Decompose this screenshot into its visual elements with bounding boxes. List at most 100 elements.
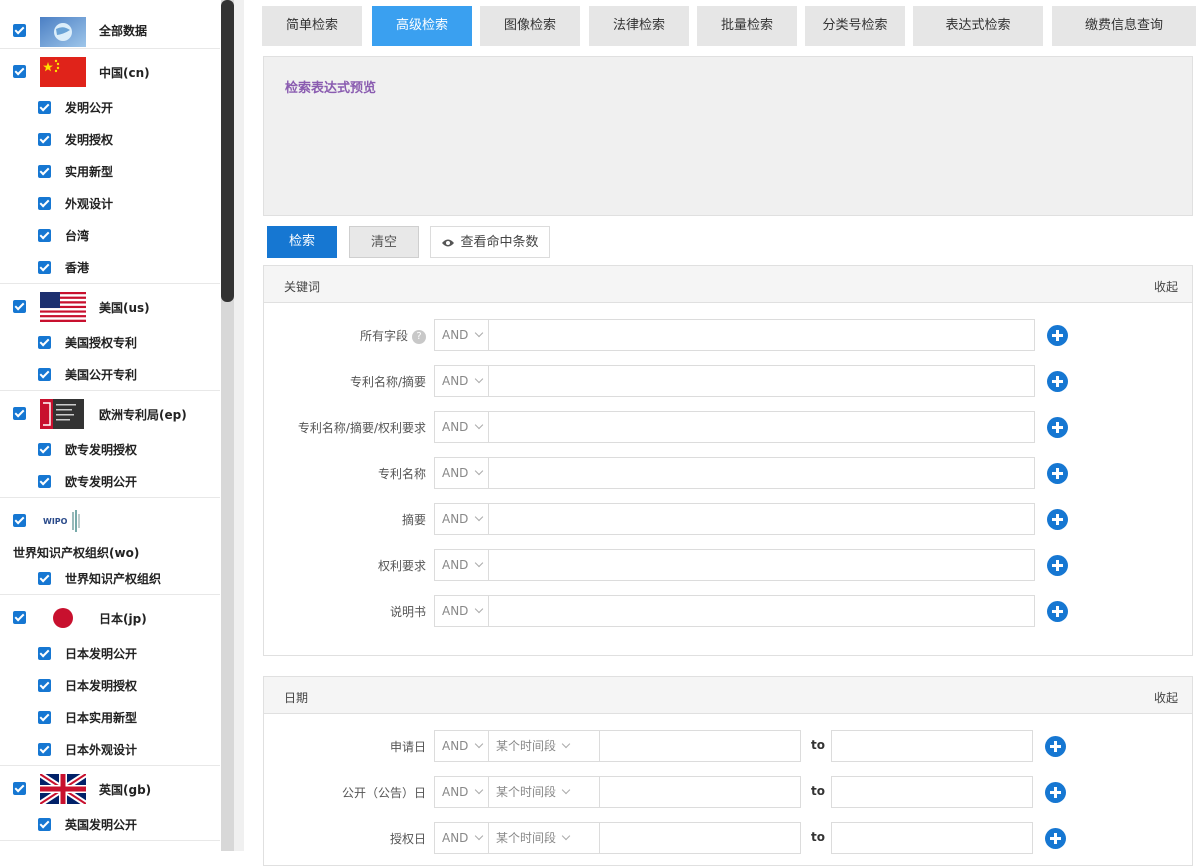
item-checkbox[interactable] — [38, 197, 51, 210]
view-hits-button[interactable]: 查看命中条数 — [430, 226, 550, 258]
source-item[interactable]: 世界知识产权组织 — [0, 562, 220, 594]
source-item[interactable]: 实用新型 — [0, 155, 220, 187]
item-checkbox[interactable] — [38, 336, 51, 349]
range-select[interactable]: 某个时间段 — [488, 730, 600, 762]
item-checkbox[interactable] — [38, 165, 51, 178]
keyword-input[interactable] — [488, 457, 1035, 489]
sidebar-scrollbar[interactable] — [221, 0, 234, 851]
operator-select[interactable]: AND — [434, 365, 489, 397]
source-item[interactable]: 日本外观设计 — [0, 733, 220, 765]
date-from-input[interactable] — [599, 730, 801, 762]
add-row-icon[interactable] — [1045, 782, 1066, 803]
item-checkbox[interactable] — [38, 572, 51, 585]
source-item[interactable]: 欧专发明公开 — [0, 465, 220, 497]
date-from-input[interactable] — [599, 822, 801, 854]
tab-5[interactable]: 分类号检索 — [805, 6, 905, 46]
item-checkbox[interactable] — [38, 368, 51, 381]
group-checkbox[interactable] — [13, 65, 26, 78]
item-checkbox[interactable] — [38, 475, 51, 488]
tab-2[interactable]: 图像检索 — [480, 6, 580, 46]
source-item[interactable]: 香港 — [0, 251, 220, 283]
source-item[interactable]: 发明公开 — [0, 91, 220, 123]
add-row-icon[interactable] — [1045, 828, 1066, 849]
range-value: 某个时间段 — [496, 739, 556, 753]
add-row-icon[interactable] — [1047, 417, 1068, 438]
operator-select[interactable]: AND — [434, 730, 489, 762]
item-checkbox[interactable] — [38, 133, 51, 146]
source-group-header[interactable]: 美国(us) — [0, 284, 220, 326]
keyword-input[interactable] — [488, 549, 1035, 581]
date-from-input[interactable] — [599, 776, 801, 808]
dates-panel: 日期 收起 申请日AND某个时间段to公开（公告）日AND某个时间段to授权日A… — [263, 676, 1193, 866]
dates-collapse-link[interactable]: 收起 — [1154, 689, 1178, 706]
tab-1[interactable]: 高级检索 — [372, 6, 472, 46]
add-row-icon[interactable] — [1047, 601, 1068, 622]
range-select[interactable]: 某个时间段 — [488, 822, 600, 854]
operator-select[interactable]: AND — [434, 776, 489, 808]
group-checkbox[interactable] — [13, 407, 26, 420]
operator-select[interactable]: AND — [434, 549, 489, 581]
clear-button[interactable]: 清空 — [349, 226, 419, 258]
date-to-input[interactable] — [831, 730, 1033, 762]
item-checkbox[interactable] — [38, 647, 51, 660]
add-row-icon[interactable] — [1047, 463, 1068, 484]
tab-3[interactable]: 法律检索 — [589, 6, 689, 46]
group-checkbox[interactable] — [13, 300, 26, 313]
item-checkbox[interactable] — [38, 818, 51, 831]
add-row-icon[interactable] — [1047, 509, 1068, 530]
item-checkbox[interactable] — [38, 743, 51, 756]
operator-select[interactable]: AND — [434, 503, 489, 535]
scrollbar-thumb[interactable] — [221, 0, 234, 302]
keyword-input[interactable] — [488, 319, 1035, 351]
keyword-input[interactable] — [488, 595, 1035, 627]
source-item[interactable]: 外观设计 — [0, 187, 220, 219]
operator-select[interactable]: AND — [434, 822, 489, 854]
keyword-input[interactable] — [488, 503, 1035, 535]
group-checkbox[interactable] — [13, 514, 26, 527]
add-row-icon[interactable] — [1045, 736, 1066, 757]
source-group-header[interactable]: 全部数据 — [0, 0, 220, 48]
operator-select[interactable]: AND — [434, 411, 489, 443]
operator-select[interactable]: AND — [434, 319, 489, 351]
source-item[interactable]: 欧专发明授权 — [0, 433, 220, 465]
operator-select[interactable]: AND — [434, 457, 489, 489]
add-row-icon[interactable] — [1047, 371, 1068, 392]
source-group-header[interactable]: 欧洲专利局(ep) — [0, 391, 220, 433]
date-to-input[interactable] — [831, 822, 1033, 854]
group-checkbox[interactable] — [13, 611, 26, 624]
source-item[interactable]: 美国公开专利 — [0, 358, 220, 390]
keyword-input[interactable] — [488, 411, 1035, 443]
source-item[interactable]: 日本发明公开 — [0, 637, 220, 669]
source-item[interactable]: 日本实用新型 — [0, 701, 220, 733]
item-checkbox[interactable] — [38, 711, 51, 724]
tab-4[interactable]: 批量检索 — [697, 6, 797, 46]
help-icon[interactable]: ? — [412, 330, 426, 344]
range-select[interactable]: 某个时间段 — [488, 776, 600, 808]
source-item[interactable]: 英国发明公开 — [0, 808, 220, 840]
keywords-collapse-link[interactable]: 收起 — [1154, 278, 1178, 295]
search-button[interactable]: 检索 — [267, 226, 337, 258]
tab-7[interactable]: 缴费信息查询 — [1052, 6, 1196, 46]
add-row-icon[interactable] — [1047, 555, 1068, 576]
keyword-input[interactable] — [488, 365, 1035, 397]
item-checkbox[interactable] — [38, 101, 51, 114]
source-item[interactable]: 发明授权 — [0, 123, 220, 155]
item-checkbox[interactable] — [38, 229, 51, 242]
source-item[interactable]: 日本发明授权 — [0, 669, 220, 701]
operator-select[interactable]: AND — [434, 595, 489, 627]
tab-6[interactable]: 表达式检索 — [913, 6, 1043, 46]
tab-0[interactable]: 简单检索 — [262, 6, 362, 46]
item-checkbox[interactable] — [38, 261, 51, 274]
source-group-header[interactable]: 日本(jp) — [0, 595, 220, 637]
date-to-input[interactable] — [831, 776, 1033, 808]
source-group-header[interactable]: WIPO世界知识产权组织(wo) — [0, 498, 220, 562]
source-group-header[interactable]: 中国(cn) — [0, 49, 220, 91]
source-group-header[interactable]: 英国(gb) — [0, 766, 220, 808]
source-item[interactable]: 美国授权专利 — [0, 326, 220, 358]
item-checkbox[interactable] — [38, 443, 51, 456]
item-checkbox[interactable] — [38, 679, 51, 692]
group-checkbox[interactable] — [13, 24, 26, 37]
group-checkbox[interactable] — [13, 782, 26, 795]
source-item[interactable]: 台湾 — [0, 219, 220, 251]
add-row-icon[interactable] — [1047, 325, 1068, 346]
